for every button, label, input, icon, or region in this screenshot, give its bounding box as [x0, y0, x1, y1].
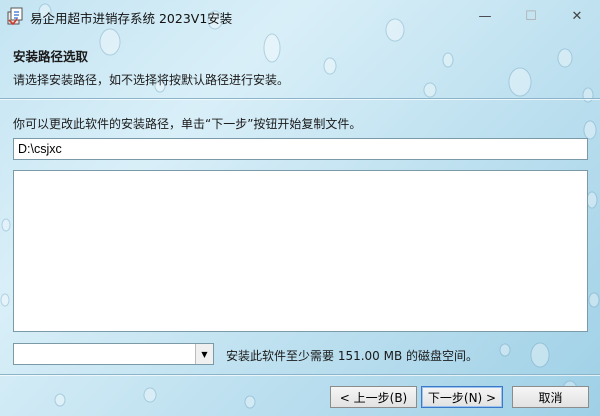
minimize-icon: — [478, 8, 492, 24]
close-icon: ✕ [571, 8, 583, 24]
folder-tree-list[interactable] [13, 170, 588, 332]
step-title: 安装路径选取 [13, 49, 89, 64]
install-path-input[interactable] [13, 138, 588, 160]
minimize-button[interactable]: — [462, 0, 508, 32]
disk-space-note: 安装此软件至少需要 151.00 MB 的磁盘空间。 [226, 349, 479, 363]
footer-divider-highlight [0, 375, 600, 376]
title-bar: 易企用超市进销存系统 2023V1安装 — ☐ ✕ [0, 0, 600, 32]
instruction-text: 你可以更改此软件的安装路径，单击“下一步”按钮开始复制文件。 [13, 117, 362, 131]
header-divider-highlight [0, 99, 600, 100]
maximize-button[interactable]: ☐ [508, 0, 554, 32]
drive-select[interactable]: ▼ [13, 343, 214, 365]
window-title: 易企用超市进销存系统 2023V1安装 [30, 11, 233, 26]
back-button[interactable]: < 上一步(B) [330, 386, 417, 408]
chevron-down-icon[interactable]: ▼ [195, 344, 213, 364]
next-button[interactable]: 下一步(N) > [421, 386, 503, 408]
step-subtitle: 请选择安装路径，如不选择将按默认路径进行安装。 [13, 73, 290, 87]
installer-icon [7, 7, 23, 26]
maximize-icon: ☐ [525, 8, 537, 24]
cancel-button[interactable]: 取消 [512, 386, 589, 408]
close-button[interactable]: ✕ [554, 0, 600, 32]
